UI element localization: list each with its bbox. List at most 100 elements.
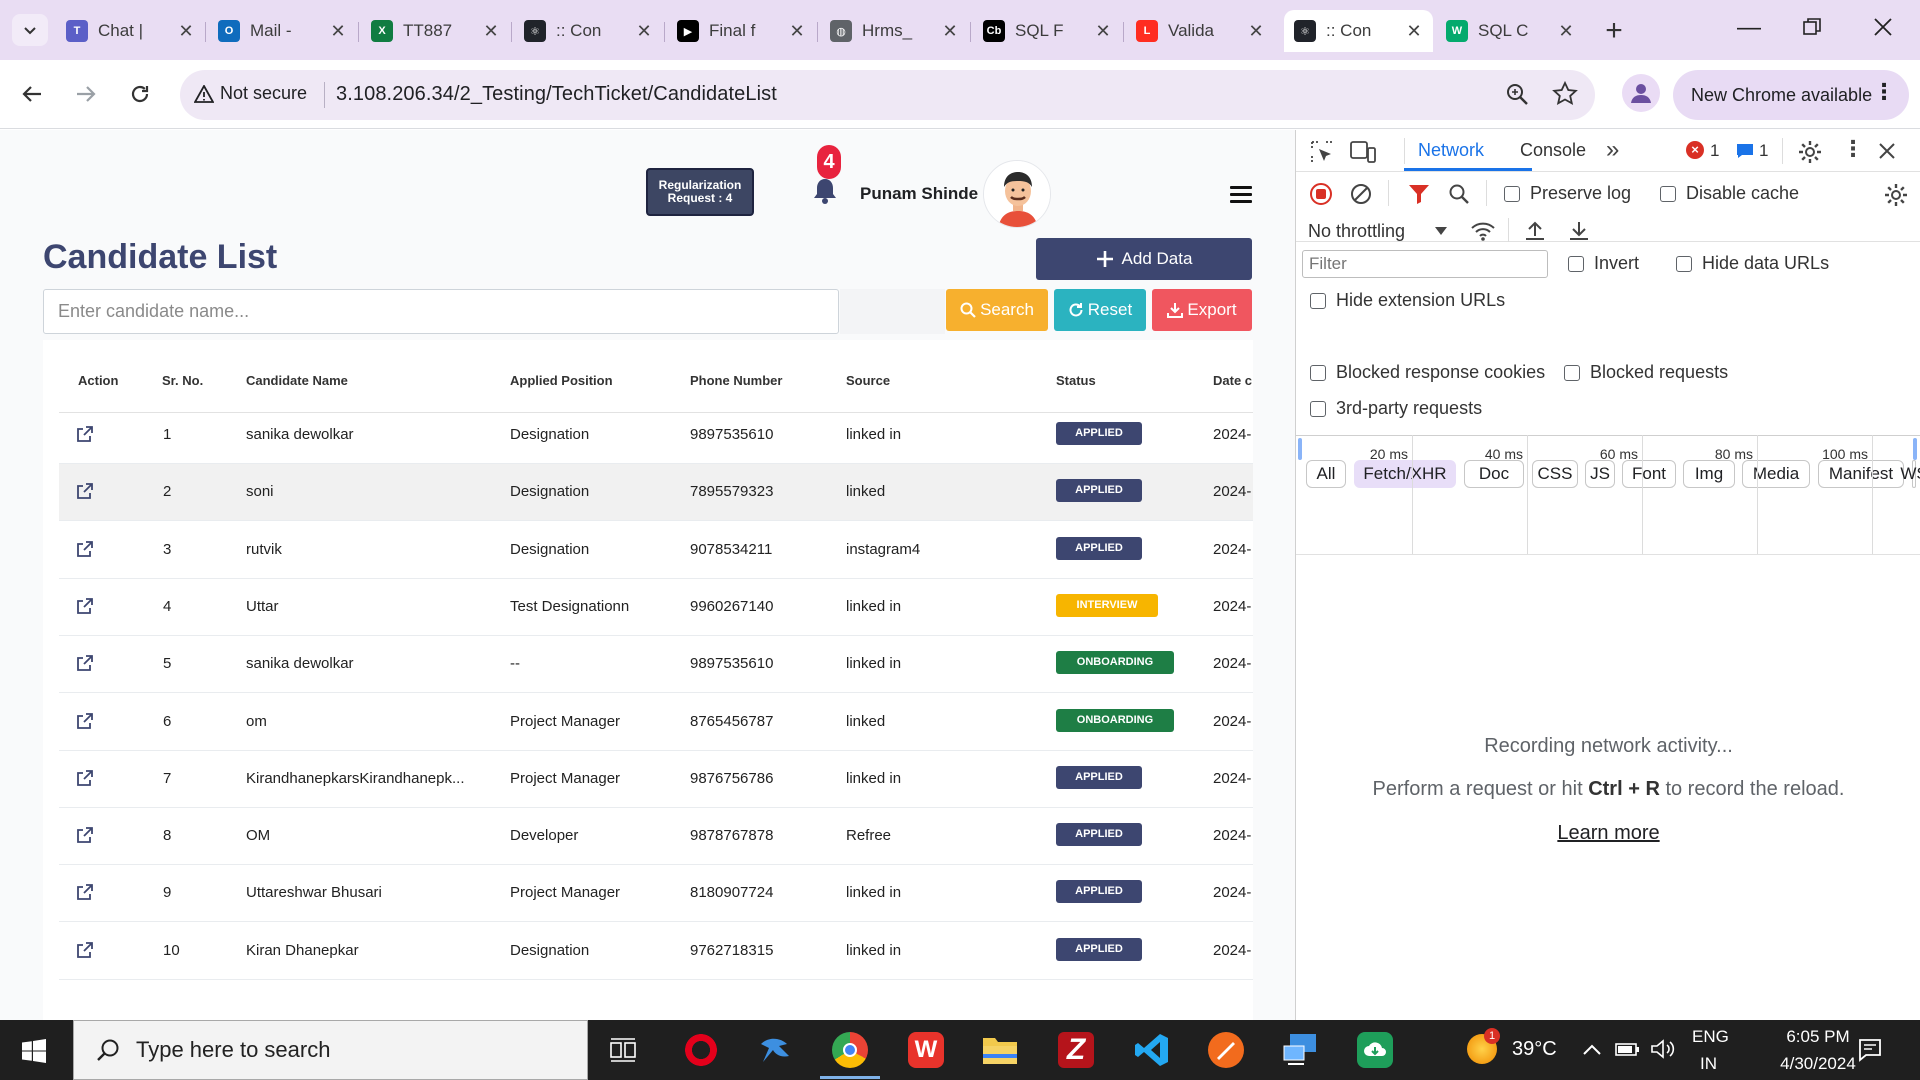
table-row[interactable]: 1 sanika dewolkar Designation 9897535610 lin… bbox=[59, 407, 1253, 464]
close-devtools-icon[interactable] bbox=[1878, 142, 1896, 160]
weather-temperature[interactable]: 39°C bbox=[1512, 1038, 1557, 1061]
zoom-magnifier-icon[interactable] bbox=[1505, 82, 1531, 108]
learn-more-link[interactable]: Learn more bbox=[1296, 822, 1920, 845]
bird-app-icon[interactable] bbox=[757, 1032, 793, 1068]
browser-tab[interactable]: W SQL C ✕ bbox=[1436, 10, 1585, 52]
browser-tab[interactable]: ⚛:: Con ✕ bbox=[1284, 10, 1433, 52]
blocked-requests-checkbox[interactable] bbox=[1564, 365, 1580, 381]
inspect-element-icon[interactable] bbox=[1310, 140, 1334, 164]
notifications-chat-icon[interactable] bbox=[1858, 1038, 1882, 1062]
hide-extension-urls-checkbox[interactable] bbox=[1310, 293, 1326, 309]
throttling-select[interactable]: No throttling bbox=[1308, 221, 1405, 242]
clear-icon[interactable] bbox=[1350, 183, 1372, 205]
type-filter-ws[interactable]: WS bbox=[1900, 460, 1920, 488]
reset-button[interactable]: Reset bbox=[1054, 289, 1146, 331]
filezilla-app-icon[interactable]: Z bbox=[1058, 1032, 1094, 1068]
profile-avatar-icon[interactable] bbox=[1622, 74, 1660, 112]
devtools-kebab-icon[interactable]: ⋮ bbox=[1842, 136, 1864, 162]
throttling-dropdown-icon[interactable] bbox=[1434, 226, 1448, 236]
table-row[interactable]: 9 Uttareshwar Bhusari Project Manager 81809… bbox=[59, 865, 1253, 923]
reload-icon[interactable] bbox=[122, 76, 158, 112]
speaker-volume-icon[interactable] bbox=[1650, 1038, 1676, 1060]
table-row[interactable]: 3 rutvik Designation 9078534211 instagram4 AP… bbox=[59, 522, 1253, 579]
close-tab-icon[interactable]: ✕ bbox=[1247, 21, 1265, 42]
timeline-left-handle[interactable] bbox=[1298, 438, 1302, 460]
device-toolbar-icon[interactable] bbox=[1350, 140, 1376, 164]
open-external-link-icon[interactable] bbox=[77, 483, 93, 500]
bell-icon[interactable] bbox=[812, 175, 838, 205]
search-icon[interactable] bbox=[1448, 183, 1470, 205]
browser-tab[interactable]: ▶ Final f ✕ bbox=[667, 10, 816, 52]
blocked-response-cookies-checkbox[interactable] bbox=[1310, 365, 1326, 381]
browser-tab[interactable]: L Valida ✕ bbox=[1126, 10, 1275, 52]
opera-app-icon[interactable] bbox=[683, 1032, 719, 1068]
settings-gear-icon[interactable] bbox=[1798, 140, 1822, 164]
regularization-request-button[interactable]: Regularization Request : 4 bbox=[646, 168, 754, 216]
close-tab-icon[interactable]: ✕ bbox=[941, 21, 959, 42]
new-chrome-available-button[interactable]: New Chrome available ⋮ bbox=[1673, 70, 1909, 120]
type-filter-img[interactable]: Img bbox=[1683, 460, 1735, 488]
type-filter-doc[interactable]: Doc bbox=[1464, 460, 1524, 488]
browser-tab[interactable]: X TT887 ✕ bbox=[361, 10, 510, 52]
preserve-log-checkbox[interactable] bbox=[1504, 186, 1520, 202]
error-icon[interactable]: × bbox=[1686, 141, 1704, 159]
table-row[interactable]: 7 KirandhanepkarsKirandhanepk... Project M… bbox=[59, 751, 1253, 808]
export-button[interactable]: Export bbox=[1152, 289, 1252, 331]
language-line2[interactable]: IN bbox=[1700, 1054, 1717, 1074]
close-tab-icon[interactable]: ✕ bbox=[329, 21, 347, 42]
close-tab-icon[interactable]: ✕ bbox=[788, 21, 806, 42]
filter-funnel-icon[interactable] bbox=[1408, 183, 1430, 205]
language-line1[interactable]: ENG bbox=[1692, 1027, 1729, 1047]
windows-start-icon[interactable] bbox=[22, 1039, 46, 1063]
open-external-link-icon[interactable] bbox=[77, 884, 93, 901]
url-text[interactable]: 3.108.206.34/2_Testing/TechTicket/Candid… bbox=[336, 83, 777, 106]
candidate-name-search-input[interactable] bbox=[43, 289, 839, 334]
open-external-link-icon[interactable] bbox=[77, 769, 93, 786]
open-external-link-icon[interactable] bbox=[77, 941, 93, 958]
third-party-requests-checkbox[interactable] bbox=[1310, 401, 1326, 417]
wps-office-app-icon[interactable]: W bbox=[908, 1032, 944, 1068]
open-external-link-icon[interactable] bbox=[77, 827, 93, 843]
type-filter-js[interactable]: JS bbox=[1585, 460, 1615, 488]
open-external-link-icon[interactable] bbox=[77, 712, 93, 729]
disable-cache-checkbox[interactable] bbox=[1660, 186, 1676, 202]
type-filter-css[interactable]: CSS bbox=[1532, 460, 1578, 488]
remote-desktop-icon[interactable] bbox=[1282, 1032, 1318, 1068]
tab-console[interactable]: Console bbox=[1520, 140, 1586, 161]
new-tab-plus-icon[interactable]: + bbox=[1596, 14, 1632, 50]
search-button[interactable]: Search bbox=[946, 289, 1048, 331]
tab-network[interactable]: Network bbox=[1418, 140, 1484, 161]
open-external-link-icon[interactable] bbox=[77, 426, 93, 442]
restore-icon[interactable] bbox=[1803, 18, 1827, 42]
type-filter-all[interactable]: All bbox=[1306, 460, 1346, 488]
back-arrow-icon[interactable] bbox=[14, 76, 50, 112]
hamburger-menu-icon[interactable] bbox=[1230, 186, 1252, 204]
type-filter-fetch-xhr[interactable]: Fetch/XHR bbox=[1354, 460, 1456, 488]
taskbar-search-box[interactable]: Type here to search bbox=[73, 1020, 588, 1080]
browser-tab[interactable]: ⚛:: Con ✕ bbox=[514, 10, 663, 52]
close-tab-icon[interactable]: ✕ bbox=[635, 21, 653, 42]
close-tab-icon[interactable]: ✕ bbox=[482, 21, 500, 42]
file-explorer-icon[interactable] bbox=[982, 1034, 1018, 1066]
vscode-app-icon[interactable] bbox=[1134, 1032, 1170, 1068]
close-window-icon[interactable] bbox=[1872, 16, 1900, 44]
table-row[interactable]: 4 Uttar Test Designationn 9960267140 linked … bbox=[59, 579, 1253, 636]
browser-tab[interactable]: O Mail - ✕ bbox=[208, 10, 357, 52]
table-row[interactable]: 10 Kiran Dhanepkar Designation 9762718315 li… bbox=[59, 923, 1253, 980]
user-avatar[interactable] bbox=[983, 160, 1051, 228]
table-row[interactable]: 8 OM Developer 9878767878 Refree APPLIED 2024- bbox=[59, 808, 1253, 866]
open-external-link-icon[interactable] bbox=[77, 597, 93, 614]
browser-tab[interactable]: ◍ Hrms_ ✕ bbox=[820, 10, 969, 52]
export-har-download-icon[interactable] bbox=[1568, 220, 1590, 242]
close-tab-icon[interactable]: ✕ bbox=[1405, 21, 1423, 42]
table-row[interactable]: 2 soni Designation 7895579323 linked APPLIED 2… bbox=[59, 464, 1253, 522]
close-tab-icon[interactable]: ✕ bbox=[1557, 21, 1575, 42]
forward-arrow-icon[interactable] bbox=[68, 76, 104, 112]
type-filter-manifest[interactable]: Manifest bbox=[1818, 460, 1904, 488]
record-stop-icon[interactable] bbox=[1310, 183, 1332, 205]
address-bar[interactable]: Not secure 3.108.206.34/2_Testing/TechTi… bbox=[180, 70, 1595, 120]
import-har-upload-icon[interactable] bbox=[1524, 220, 1546, 242]
timeline-right-handle[interactable] bbox=[1913, 438, 1917, 460]
open-external-link-icon[interactable] bbox=[77, 540, 93, 557]
close-tab-icon[interactable]: ✕ bbox=[177, 21, 195, 42]
